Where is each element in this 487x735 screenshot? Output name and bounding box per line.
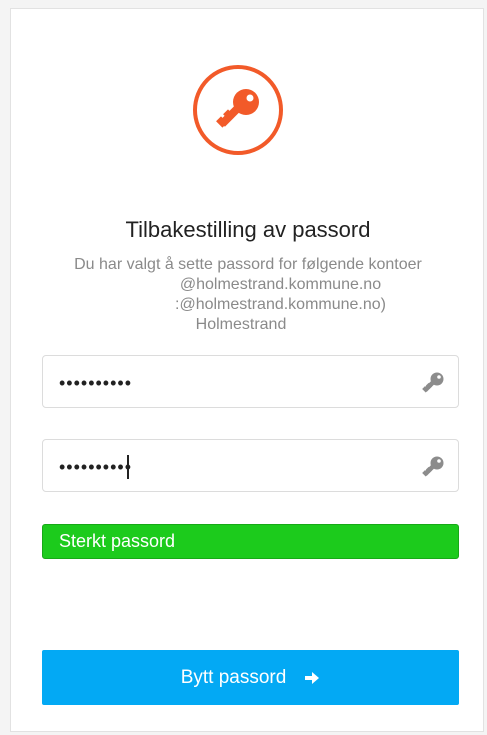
info-line: :@holmestrand.kommune.no) — [175, 296, 386, 313]
key-icon — [422, 372, 444, 393]
confirm-password-field[interactable] — [42, 439, 459, 492]
account-info: Du har valgt å sette passord for følgend… — [11, 255, 485, 335]
password-field[interactable] — [42, 355, 459, 408]
info-line: Du har valgt å sette passord for følgend… — [74, 256, 422, 273]
key-icon — [216, 89, 259, 128]
change-password-button[interactable]: Bytt passord — [42, 650, 459, 705]
key-icon — [422, 456, 444, 477]
info-line: @holmestrand.kommune.no — [179, 276, 382, 293]
key-logo — [193, 65, 283, 155]
password-strength-indicator: Sterkt passord — [42, 524, 459, 559]
page-title: Tilbakestilling av passord — [125, 217, 371, 242]
confirm-password-input[interactable] — [57, 450, 401, 484]
password-reset-card: Tilbakestilling av passord Du har valgt … — [10, 8, 484, 732]
text-cursor — [127, 455, 129, 479]
password-input[interactable] — [57, 366, 401, 400]
change-password-label: Bytt passord — [180, 666, 287, 688]
info-line: Holmestrand — [195, 316, 287, 333]
arrow-right-icon — [305, 671, 320, 684]
